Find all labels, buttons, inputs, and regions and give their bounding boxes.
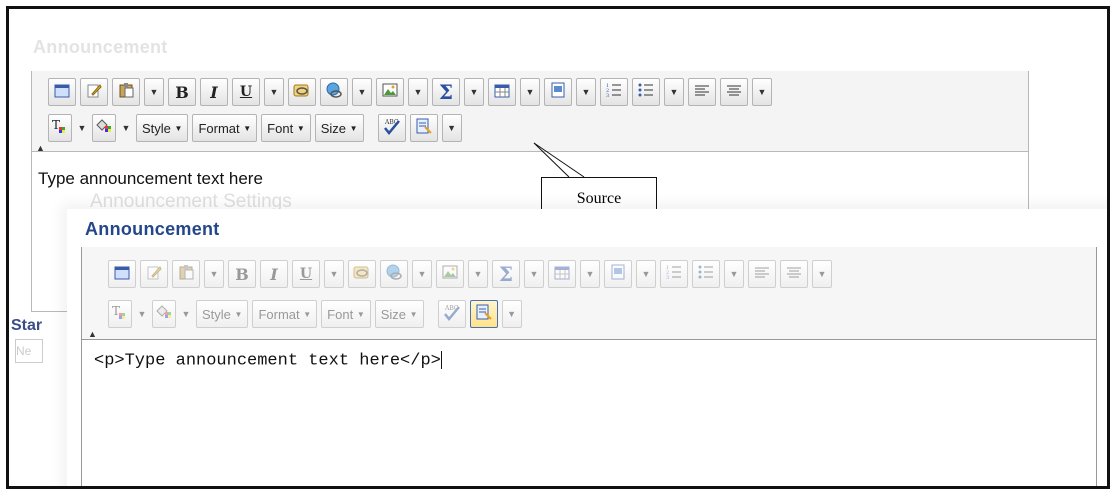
text-color-icon: T — [111, 304, 129, 324]
front-paste-dropdown[interactable]: ▼ — [204, 260, 224, 288]
front-editor-toolbar: ▼ B I U ▼ ▼ ▼ Σ ▼ ▼ ▼ 123 ▼ ▼ T ▼ ▼ Styl… — [82, 247, 1096, 340]
front-text-style-dropdown[interactable]: ▼ — [324, 260, 344, 288]
sigma-icon: Σ — [498, 262, 514, 286]
front-align-left-button[interactable] — [748, 260, 776, 288]
front-list-dropdown[interactable]: ▼ — [724, 260, 744, 288]
front-hyperlink-button[interactable] — [380, 260, 408, 288]
front-toolbar-row-2: T ▼ ▼ Style ▼ Format ▼ Font ▼ Size ▼ ABC… — [108, 299, 522, 329]
front-size-dropdown[interactable]: Size ▼ — [374, 300, 424, 328]
spell-check-icon: ABC — [442, 303, 462, 325]
image-icon — [442, 264, 458, 284]
front-link-button[interactable] — [348, 260, 376, 288]
front-format-dropdown[interactable]: Format ▼ — [252, 300, 318, 328]
front-image-button[interactable] — [436, 260, 464, 288]
front-background-color-dropdown[interactable]: ▼ — [180, 300, 192, 328]
front-italic-button[interactable]: I — [260, 260, 288, 288]
svg-text:3: 3 — [666, 275, 669, 280]
table-icon — [554, 265, 570, 284]
screenshot-frame: Announcement ▼ B I U ▼ ▼ ▼ Σ ▼ ▼ ▼ 1 2 3… — [6, 6, 1110, 489]
edit-pencil-icon — [146, 264, 162, 284]
front-image-dropdown[interactable]: ▼ — [468, 260, 488, 288]
template-icon — [610, 264, 626, 284]
front-bullet-list-button[interactable] — [692, 260, 720, 288]
source-view-panel: Announcement ▼ B I U ▼ ▼ ▼ Σ ▼ ▼ ▼ 1 2 3… — [67, 209, 1107, 486]
front-toolbar-row-1: ▼ B I U ▼ ▼ ▼ Σ ▼ ▼ ▼ 123 ▼ ▼ — [108, 259, 832, 289]
front-fullscreen-button[interactable] — [108, 260, 136, 288]
numbered-list-icon: 123 — [666, 264, 682, 284]
html-source-text: <p>Type announcement text here</p> — [94, 351, 441, 371]
paint-bucket-icon — [155, 304, 173, 324]
link-icon — [353, 264, 371, 284]
front-symbol-dropdown[interactable]: ▼ — [524, 260, 544, 288]
front-bold-button[interactable]: B — [228, 260, 256, 288]
front-template-button[interactable] — [604, 260, 632, 288]
align-center-icon — [786, 265, 802, 284]
front-link-dropdown[interactable]: ▼ — [412, 260, 432, 288]
front-align-dropdown[interactable]: ▼ — [812, 260, 832, 288]
front-style-dropdown[interactable]: Style ▼ — [196, 300, 249, 328]
front-source-button-active[interactable] — [469, 300, 498, 328]
front-table-button[interactable] — [548, 260, 576, 288]
globe-link-icon — [385, 264, 403, 284]
front-toolbar-collapse-icon[interactable]: ▲ — [88, 329, 97, 339]
source-document-icon — [476, 304, 492, 324]
front-template-dropdown[interactable]: ▼ — [636, 260, 656, 288]
announcement-title: Announcement — [85, 219, 220, 239]
front-text-color-button[interactable]: T — [108, 300, 132, 328]
front-source-dropdown[interactable]: ▼ — [501, 300, 522, 328]
front-rich-text-editor: ▼ B I U ▼ ▼ ▼ Σ ▼ ▼ ▼ 123 ▼ ▼ T ▼ ▼ Styl… — [81, 247, 1097, 486]
front-paste-button[interactable] — [172, 260, 200, 288]
window-icon — [114, 265, 130, 284]
front-symbol-button[interactable]: Σ — [492, 260, 520, 288]
html-source-textarea[interactable]: <p>Type announcement text here</p> — [94, 351, 442, 370]
clipboard-icon — [178, 264, 194, 284]
align-left-icon — [754, 265, 770, 284]
front-align-center-button[interactable] — [780, 260, 808, 288]
front-table-dropdown[interactable]: ▼ — [580, 260, 600, 288]
front-edit-button[interactable] — [140, 260, 168, 288]
front-spell-check-button[interactable]: ABC — [437, 300, 466, 328]
bullet-list-icon — [698, 264, 714, 284]
svg-text:T: T — [112, 304, 120, 318]
text-caret — [440, 351, 442, 369]
front-numbered-list-button[interactable]: 123 — [660, 260, 688, 288]
front-underline-button[interactable]: U — [292, 260, 320, 288]
front-background-color-button[interactable] — [152, 300, 176, 328]
front-font-dropdown[interactable]: Font ▼ — [321, 300, 371, 328]
front-text-color-dropdown[interactable]: ▼ — [136, 300, 148, 328]
